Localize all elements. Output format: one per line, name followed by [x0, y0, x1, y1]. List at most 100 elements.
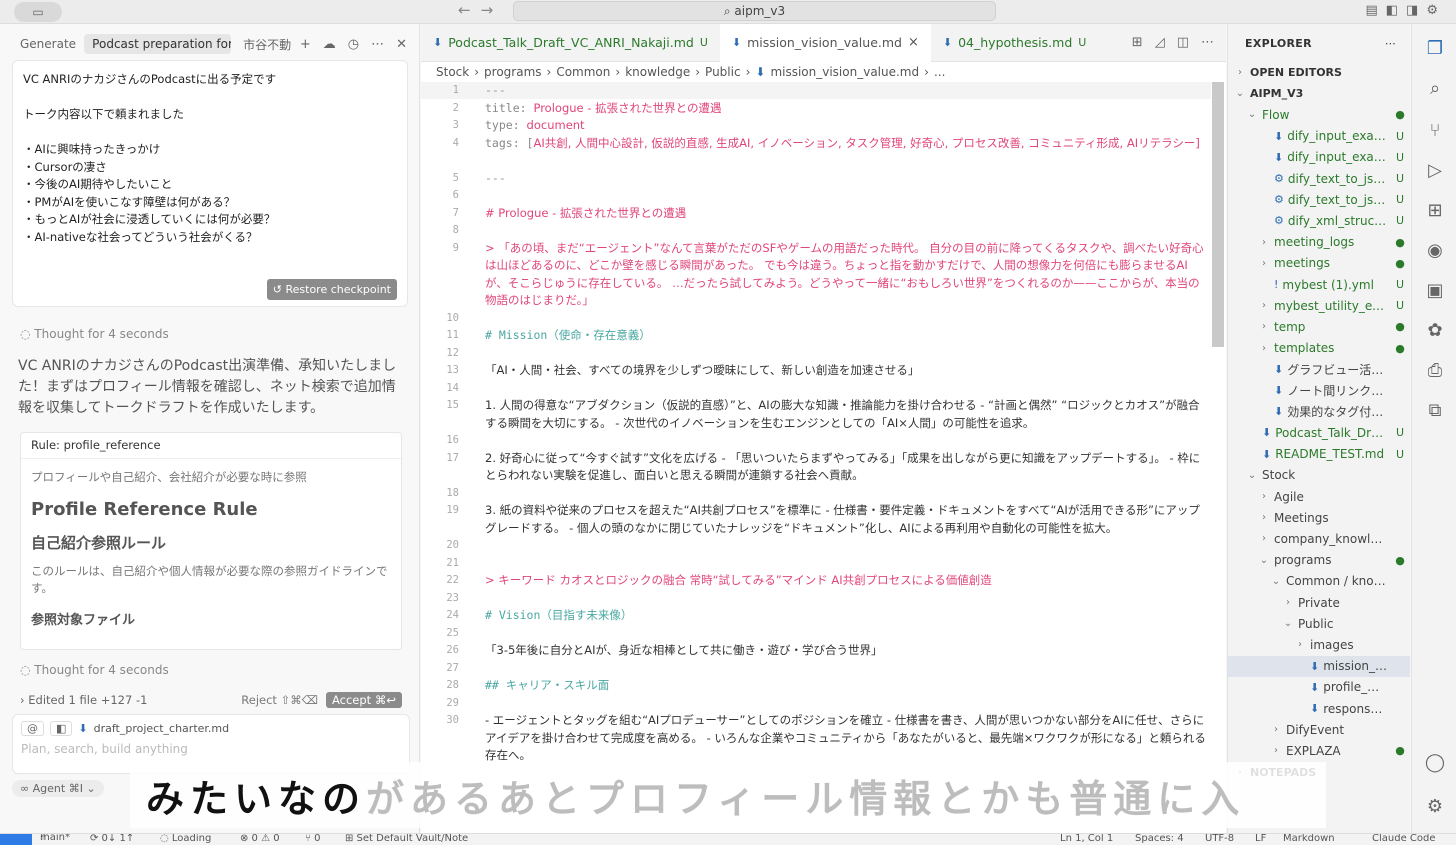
breadcrumb-item[interactable]: knowledge	[625, 65, 690, 79]
indentation-status[interactable]: Spaces: 4	[1135, 834, 1184, 844]
accept-button[interactable]: Accept ⌘↩	[326, 692, 402, 708]
forward-arrow-icon[interactable]: →	[481, 1, 504, 19]
explorer-item[interactable]: ⬇mission_vision_...	[1228, 655, 1410, 677]
explorer-item[interactable]: ⌄ Common / knowledge	[1228, 571, 1410, 592]
panel-layout-icon[interactable]: ▤	[1365, 3, 1385, 18]
explorer-item[interactable]: ⌄ AIPM_V3	[1228, 83, 1410, 104]
explorer-item[interactable]: › EXPLAZA ●	[1228, 740, 1410, 761]
settings-gear-icon[interactable]: ⚙	[1426, 3, 1446, 18]
explorer-item[interactable]: ⬇グラフビュー活用術.md	[1228, 359, 1410, 380]
code-editor[interactable]: 1 --- 2 title: Prologue - 拡張された世界との遭遇 3 type:…	[421, 82, 1226, 833]
cursor-position[interactable]: Ln 1, Col 1	[1060, 834, 1113, 844]
explorer-item[interactable]: ⬇ dify_input_exam... U	[1228, 126, 1410, 147]
account-icon[interactable]: ◯	[1424, 752, 1446, 774]
files-icon[interactable]: ❐	[1424, 38, 1446, 60]
breadcrumb-item[interactable]: ...	[934, 65, 945, 79]
explorer-item[interactable]: › Private	[1228, 592, 1410, 613]
extensions-icon[interactable]: ⊞	[1424, 200, 1446, 222]
rule-header[interactable]: Rule: profile_reference	[21, 433, 401, 459]
breadcrumb-item[interactable]: mission_vision_value.md	[770, 65, 919, 79]
ports-status[interactable]: ⑂ 0	[305, 834, 321, 844]
reject-button[interactable]: Reject ⇧⌘⌫	[241, 693, 318, 707]
explorer-item[interactable]: › company_knowledge	[1228, 528, 1410, 549]
explorer-item[interactable]: ⚙ dify_text_to_json... U	[1228, 189, 1410, 210]
explorer-item[interactable]: ⬇ README_TEST.md U	[1228, 444, 1410, 465]
command-center-search[interactable]: ⌕ aipm_v3	[513, 1, 996, 21]
chart-icon[interactable]: ◿	[1155, 35, 1165, 50]
chat-tab-ichigaya[interactable]: 市谷不動	[235, 33, 296, 56]
explorer-item[interactable]: › temp ●	[1228, 316, 1410, 337]
editor-scrollbar[interactable]	[1212, 82, 1224, 347]
breadcrumb-item[interactable]: Public	[705, 65, 741, 79]
explorer-item[interactable]: ⬇profile_miyata_...	[1228, 677, 1410, 698]
explorer-item[interactable]: ⬇ dify_input_exam... U	[1228, 147, 1410, 168]
explorer-item[interactable]: › Agile	[1228, 486, 1410, 507]
openai-icon[interactable]: ✿	[1424, 320, 1446, 342]
sidebar-layout-icon[interactable]: ◨	[1406, 3, 1426, 18]
manage-gear-icon[interactable]: ⚙	[1424, 796, 1446, 818]
mention-button[interactable]: @	[21, 721, 44, 736]
chat-input[interactable]: Plan, search, build anything	[13, 742, 409, 756]
sidebar-toggle-button[interactable]: ▭	[14, 2, 62, 22]
explorer-item[interactable]: ⌄ programs ●	[1228, 550, 1410, 571]
breadcrumb-item[interactable]: programs	[484, 65, 541, 79]
explorer-item[interactable]: › templates ●	[1228, 338, 1410, 359]
source-control-icon[interactable]: ⑂	[1424, 120, 1446, 142]
breadcrumb-item[interactable]: Common	[556, 65, 610, 79]
explorer-item[interactable]: ⬇効果的なタグ付けの例...	[1228, 401, 1410, 422]
run-debug-icon[interactable]: ▷	[1424, 160, 1446, 182]
diagram-icon[interactable]: ⧉	[1424, 400, 1446, 422]
edited-files-summary[interactable]: › Edited 1 file +127 -1	[20, 693, 147, 707]
explorer-item[interactable]: ⌄ Flow ●	[1228, 104, 1410, 125]
new-chat-icon[interactable]: +	[300, 37, 311, 52]
explorer-item[interactable]: ⌄ Public	[1228, 613, 1410, 634]
explorer-item[interactable]: › OPEN EDITORS	[1228, 62, 1410, 83]
more-icon[interactable]: ⋯	[371, 37, 384, 52]
explorer-item[interactable]: ⬇response_to_mi...	[1228, 698, 1410, 719]
explorer-item[interactable]: ⬇ノート間リンク活用法...	[1228, 380, 1410, 401]
explorer-item[interactable]: › meetings ●	[1228, 253, 1410, 274]
explorer-item[interactable]: ⚙ dify_text_to_json... U	[1228, 168, 1410, 189]
problems-status[interactable]: ⊗ 0 ⚠ 0	[240, 834, 280, 844]
language-status[interactable]: Markdown	[1283, 834, 1335, 844]
github-icon[interactable]: ◉	[1424, 240, 1446, 262]
chat-tab-generate[interactable]: Generate	[12, 34, 80, 54]
cloud-icon[interactable]: ☁	[323, 37, 336, 52]
sync-status[interactable]: ⟳ 0↓ 1↑	[90, 834, 134, 844]
breadcrumb-item[interactable]: Stock	[436, 65, 469, 79]
search-icon[interactable]: ⌕	[1424, 78, 1446, 100]
remote-icon[interactable]: ▣	[1424, 280, 1446, 302]
more-icon[interactable]: ⋯	[1385, 37, 1396, 50]
thought-indicator[interactable]: ◌ Thought for 4 seconds	[20, 327, 169, 341]
context-file-chip[interactable]: draft_project_charter.md	[94, 722, 230, 735]
layout-controls[interactable]: ▤◧◨⚙	[1365, 3, 1446, 18]
explorer-item[interactable]: ⌄ Stock	[1228, 465, 1410, 486]
thought-indicator[interactable]: ◌ Thought for 4 seconds	[20, 663, 169, 677]
remote-indicator[interactable]	[0, 834, 32, 845]
tab-podcast-draft[interactable]: ⬇ Podcast_Talk_Draft_VC_ANRI_Nakaji.md U	[421, 24, 720, 62]
agent-mode-selector[interactable]: ∞ Agent ⌘I ⌄	[12, 780, 104, 797]
split-editor-icon[interactable]: ◫	[1177, 35, 1189, 50]
explorer-item[interactable]: › Meetings	[1228, 507, 1410, 528]
restore-checkpoint-button[interactable]: ↺ Restore checkpoint	[266, 278, 397, 300]
encoding-status[interactable]: UTF-8	[1205, 834, 1234, 844]
explorer-item[interactable]: ! mybest (1).yml U	[1228, 274, 1410, 295]
explorer-item[interactable]: › images	[1228, 634, 1410, 655]
context-icon[interactable]: ◧	[50, 721, 73, 736]
split-layout-icon[interactable]: ◧	[1386, 3, 1406, 18]
tab-hypothesis[interactable]: ⬇ 04_hypothesis.md U	[931, 24, 1098, 62]
explorer-item[interactable]: › mybest_utility_ex... U	[1228, 295, 1410, 316]
explorer-item[interactable]: ⚙dify_xml_structur... U	[1228, 210, 1410, 231]
nav-arrows[interactable]: ←→	[458, 1, 503, 19]
chat-tab-podcast[interactable]: Podcast preparation for	[84, 34, 232, 54]
report-icon[interactable]: ⎙	[1424, 360, 1446, 382]
preview-icon[interactable]: ⊞	[1132, 35, 1143, 50]
history-icon[interactable]: ◷	[348, 37, 359, 52]
tab-mission-vision[interactable]: ⬇ mission_vision_value.md ×	[719, 23, 931, 62]
eol-status[interactable]: LF	[1255, 834, 1266, 844]
explorer-item[interactable]: › meeting_logs ●	[1228, 232, 1410, 253]
close-icon[interactable]: ✕	[396, 37, 407, 52]
more-actions-icon[interactable]: ⋯	[1201, 35, 1214, 50]
vault-status[interactable]: ⊞ Set Default Vault/Note	[345, 834, 468, 844]
back-arrow-icon[interactable]: ←	[458, 1, 481, 19]
